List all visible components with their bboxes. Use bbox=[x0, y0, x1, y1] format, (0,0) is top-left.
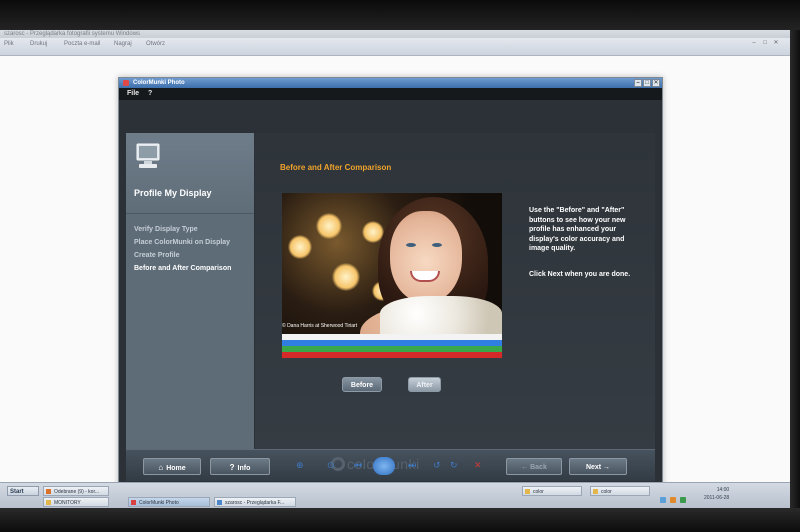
monitor-screen: szarosc - Przeglądarka fotografii system… bbox=[0, 30, 790, 508]
viewer-menu-email[interactable]: Poczta e-mail bbox=[64, 41, 100, 47]
taskbar-item-label: szarosc - Przeglądarka F... bbox=[225, 500, 285, 506]
viewer-menu-print[interactable]: Drukuj bbox=[30, 41, 47, 47]
folder-icon bbox=[46, 500, 51, 505]
delete-icon[interactable]: ✕ bbox=[474, 460, 482, 471]
viewer-title: szarosc - Przeglądarka fotografii system… bbox=[0, 30, 790, 38]
colormunki-window: ColorMunki Photo – □ ✕ File ? Profile My… bbox=[118, 77, 663, 487]
step-create-profile: Create Profile bbox=[134, 252, 180, 259]
viewer-menu-open[interactable]: Otwórz bbox=[146, 41, 165, 47]
step-place-colormunki: Place ColorMunki on Display bbox=[134, 239, 231, 246]
portrait-face bbox=[390, 211, 462, 303]
photo-viewer-icon bbox=[217, 500, 222, 505]
start-button[interactable]: Start bbox=[7, 486, 39, 496]
steps-list: Verify Display Type Place ColorMunki on … bbox=[134, 223, 231, 275]
rotate-left-icon[interactable]: ↺ bbox=[433, 460, 441, 471]
taskbar-item-label: Odebrane (9) - kor... bbox=[54, 489, 100, 495]
viewer-window-controls: – □ ✕ bbox=[750, 40, 780, 47]
taskbar: Start Odebrane (9) - kor... MONITORY Col… bbox=[0, 482, 790, 508]
mail-icon bbox=[46, 489, 51, 494]
steps-panel-header: Profile My Display bbox=[126, 133, 254, 214]
after-button[interactable]: After bbox=[408, 377, 441, 392]
panel-title: Profile My Display bbox=[134, 188, 212, 198]
app-icon bbox=[123, 80, 129, 86]
color-bars bbox=[282, 334, 502, 358]
taskbar-item-colormunki[interactable]: ColorMunki Photo bbox=[128, 497, 210, 507]
minimize-icon[interactable]: – bbox=[750, 40, 758, 47]
colormunki-titlebar: ColorMunki Photo – □ ✕ bbox=[119, 78, 662, 88]
volume-icon[interactable] bbox=[680, 497, 686, 503]
fit-icon[interactable]: ⊙ bbox=[327, 460, 335, 471]
network-icon[interactable] bbox=[660, 497, 666, 503]
system-clock[interactable]: 14:00 2011-06-28 bbox=[704, 486, 729, 502]
viewer-menu-file[interactable]: Plik bbox=[4, 41, 14, 47]
taskbar-item-photo-viewer[interactable]: szarosc - Przeglądarka F... bbox=[214, 497, 296, 507]
portrait-eye bbox=[406, 243, 416, 247]
next-hint-text: Click Next when you are done. bbox=[529, 271, 631, 278]
main-panel: Before and After Comparison © Dana Harri… bbox=[255, 133, 655, 449]
rotate-right-icon[interactable]: ↻ bbox=[450, 460, 458, 471]
step-before-after-comparison: Before and After Comparison bbox=[134, 265, 232, 272]
zoom-icon[interactable]: ⊕ bbox=[296, 460, 304, 471]
viewer-menu-burn[interactable]: Nagraj bbox=[114, 41, 132, 47]
clock-date: 2011-06-28 bbox=[704, 495, 730, 501]
viewer-toolbar: Plik Drukuj Poczta e-mail Nagraj Otwórz … bbox=[0, 38, 790, 56]
color-bar-red bbox=[282, 352, 502, 358]
monitor-icon bbox=[136, 143, 160, 168]
bokeh-light bbox=[288, 235, 312, 259]
monitor-bezel-right bbox=[790, 30, 800, 508]
bokeh-light bbox=[316, 213, 342, 239]
previous-icon[interactable]: ⏮ bbox=[354, 460, 362, 471]
menu-bar: File ? bbox=[119, 88, 662, 100]
bokeh-light bbox=[332, 263, 360, 291]
monitor-bezel-top bbox=[0, 0, 800, 30]
taskbar-folder-color-2[interactable]: color bbox=[590, 486, 650, 496]
tray-app-icon[interactable] bbox=[670, 497, 676, 503]
taskbar-item-label: ColorMunki Photo bbox=[139, 500, 179, 506]
section-heading: Before and After Comparison bbox=[280, 163, 392, 172]
app-icon bbox=[131, 500, 136, 505]
maximize-icon[interactable]: □ bbox=[643, 79, 651, 87]
taskbar-item-mail[interactable]: Odebrane (9) - kor... bbox=[43, 486, 109, 496]
taskbar-folder-color-1[interactable]: color bbox=[522, 486, 582, 496]
comparison-photo: © Dana Harris at Sherwood Tiriart bbox=[282, 193, 502, 358]
close-icon[interactable]: ✕ bbox=[772, 40, 780, 47]
next-icon[interactable]: ⏭ bbox=[408, 460, 416, 471]
taskbar-item-monitory[interactable]: MONITORY bbox=[43, 497, 109, 507]
window-controls: – □ ✕ bbox=[634, 79, 660, 87]
taskbar-item-label: MONITORY bbox=[54, 500, 81, 506]
taskbar-item-label: color bbox=[601, 489, 612, 495]
photo-credit: © Dana Harris at Sherwood Tiriart bbox=[282, 323, 358, 329]
monitor-bezel-bottom bbox=[0, 508, 800, 532]
portrait-eye bbox=[432, 243, 442, 247]
taskbar-item-label: color bbox=[533, 489, 544, 495]
menu-help[interactable]: ? bbox=[148, 88, 152, 100]
step-verify-display-type: Verify Display Type bbox=[134, 226, 198, 233]
slideshow-button[interactable] bbox=[373, 457, 395, 475]
window-title: ColorMunki Photo bbox=[133, 80, 185, 86]
maximize-icon[interactable]: □ bbox=[761, 40, 769, 47]
minimize-icon[interactable]: – bbox=[634, 79, 642, 87]
viewer-controls: ⊕ ⊙ ⏮ ⏭ ↺ ↻ ✕ bbox=[0, 454, 790, 478]
before-button[interactable]: Before bbox=[342, 377, 382, 392]
steps-panel: Profile My Display Verify Display Type P… bbox=[126, 133, 254, 449]
folder-icon bbox=[593, 489, 598, 494]
clock-time: 14:00 bbox=[716, 487, 730, 493]
close-icon[interactable]: ✕ bbox=[652, 79, 660, 87]
instructions-text: Use the "Before" and "After" buttons to … bbox=[529, 207, 626, 252]
folder-icon bbox=[525, 489, 530, 494]
menu-file[interactable]: File bbox=[127, 88, 139, 100]
